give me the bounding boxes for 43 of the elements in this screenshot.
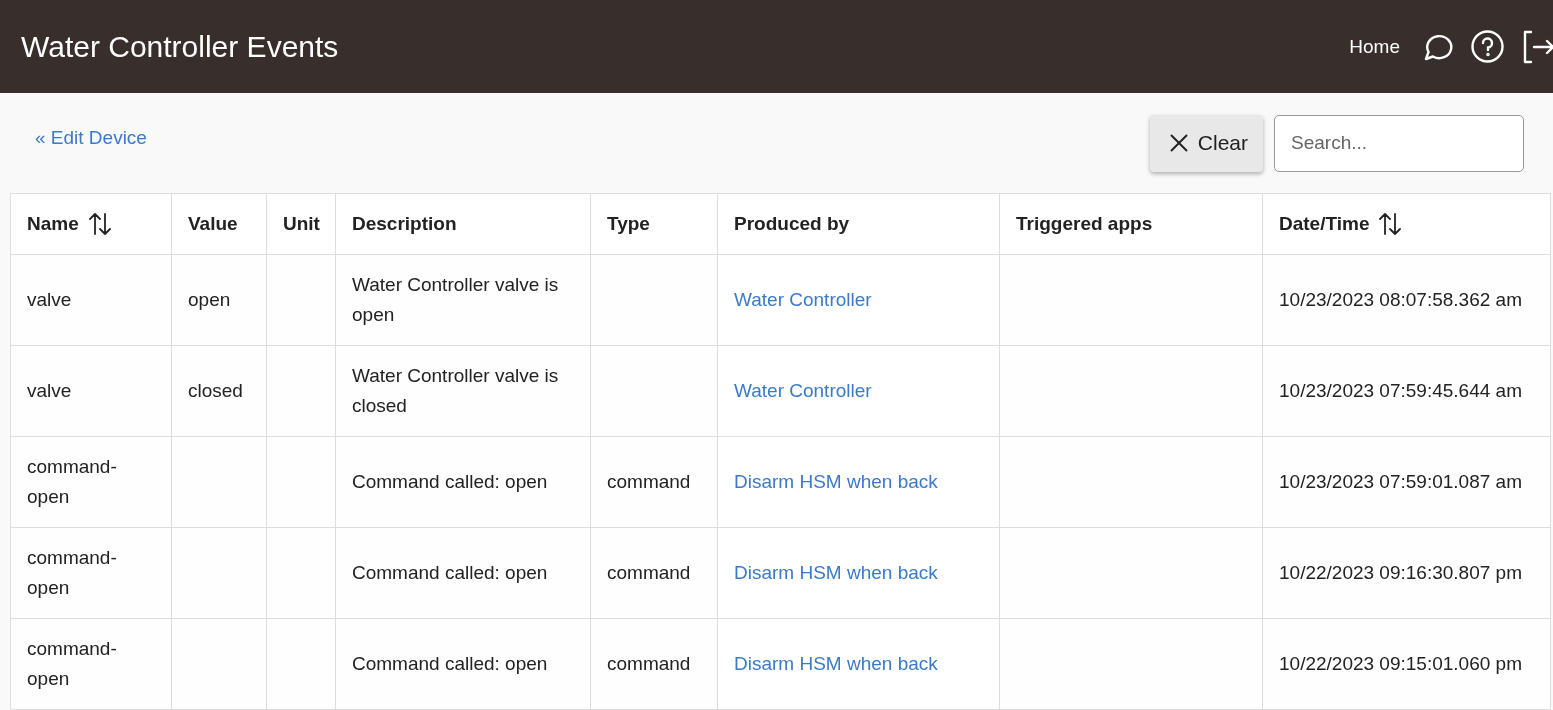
table-cell-text: command-open	[27, 546, 118, 600]
column-header: Description	[335, 193, 591, 255]
column-header: Value	[171, 193, 267, 255]
table-cell-text: valve	[27, 379, 73, 403]
column-header: Produced by	[717, 193, 1000, 255]
home-link[interactable]: Home	[1349, 35, 1400, 58]
sort-icon[interactable]	[1379, 212, 1402, 236]
producer-link[interactable]: Disarm HSM when back	[734, 562, 938, 583]
table-cell-text: Command called: open	[352, 561, 549, 585]
close-icon	[1169, 134, 1188, 152]
table-cell-text: valve	[27, 288, 73, 312]
table-cell-text: Command called: open	[352, 652, 549, 676]
table-cell-text: open	[188, 288, 232, 312]
table-cell-text: command	[607, 652, 692, 676]
table-cell-text: command-open	[27, 455, 118, 509]
table-cell-text: Command called: open	[352, 470, 549, 494]
table-cell-text: command-open	[27, 637, 118, 691]
page-title: Water Controller Events	[21, 29, 340, 64]
table-cell-text: 10/23/2023 07:59:01.087 am	[1279, 470, 1523, 494]
producer-link[interactable]: Water Controller	[734, 289, 872, 310]
column-header: Type	[590, 193, 718, 255]
table-cell-text: 10/22/2023 09:15:01.060 pm	[1279, 652, 1523, 676]
producer-link[interactable]: Disarm HSM when back	[734, 653, 938, 674]
column-header: Triggered apps	[999, 193, 1263, 255]
sort-icon[interactable]	[88, 212, 111, 236]
help-icon[interactable]	[1471, 30, 1504, 63]
column-header[interactable]: Date/Time	[1262, 193, 1551, 255]
edit-device-link[interactable]: « Edit Device	[35, 127, 1150, 149]
clear-button[interactable]: Clear	[1149, 114, 1263, 172]
table-cell-text: 10/22/2023 09:16:30.807 pm	[1279, 561, 1523, 585]
table-cell-text: 10/23/2023 08:07:58.362 am	[1279, 288, 1523, 312]
table-cell-text: command	[607, 470, 692, 494]
producer-link[interactable]: Water Controller	[734, 380, 872, 401]
producer-link[interactable]: Disarm HSM when back	[734, 471, 938, 492]
column-header: Unit	[266, 193, 336, 255]
table-cell-text: closed	[188, 379, 244, 403]
table-cell-text: command	[607, 561, 692, 585]
table-cell-text: Water Controller valve is open	[352, 273, 560, 327]
logout-icon[interactable]	[1522, 29, 1553, 64]
search-field[interactable]: Search...	[1274, 114, 1524, 172]
table-cell-text: Water Controller valve is closed	[352, 364, 560, 418]
column-header[interactable]: Name	[10, 193, 172, 255]
table-cell-text: 10/23/2023 07:59:45.644 am	[1279, 379, 1523, 403]
